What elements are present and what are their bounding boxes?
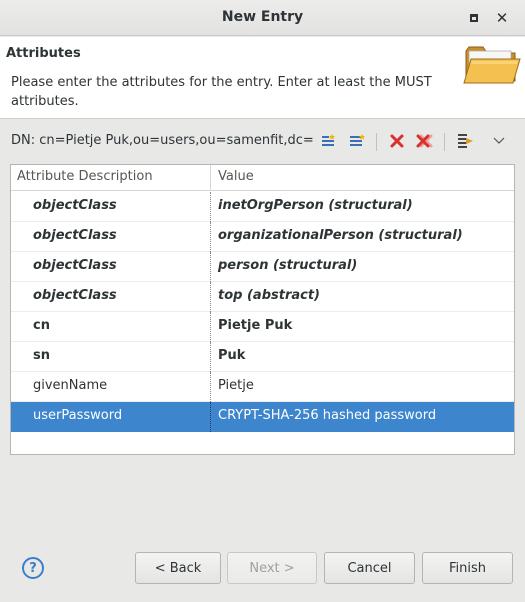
next-button[interactable]: Next > — [227, 552, 317, 584]
edit-icon — [458, 134, 473, 148]
view-menu-icon — [493, 137, 505, 144]
window-title: New Entry — [221, 9, 304, 25]
new-attribute-button[interactable] — [319, 131, 339, 151]
table-row[interactable]: cn Pietje Puk — [11, 312, 514, 342]
attribute-cell: objectClass — [33, 198, 117, 213]
delete-all-icon — [416, 134, 433, 148]
attribute-cell: objectClass — [33, 228, 117, 243]
cell-divider — [210, 192, 211, 222]
value-cell: Pietje — [218, 378, 254, 393]
dn-toolbar: DN: cn=Pietje Puk,ou=users,ou=samenfit,d… — [11, 131, 521, 153]
cell-divider — [210, 342, 211, 372]
attribute-cell: givenName — [33, 378, 108, 393]
attribute-cell: sn — [33, 348, 50, 363]
attribute-cell: cn — [33, 318, 50, 333]
attribute-cell: objectClass — [33, 288, 117, 303]
help-icon: ? — [29, 560, 37, 576]
value-cell: Puk — [218, 348, 246, 363]
edit-button[interactable] — [455, 131, 475, 151]
table-row[interactable]: objectClass organizationalPerson (struct… — [11, 222, 514, 252]
value-cell: inetOrgPerson (structural) — [218, 198, 413, 213]
title-bar: New Entry ✕ — [0, 0, 525, 36]
cell-divider — [210, 222, 211, 252]
wizard-banner: Attributes Please enter the attributes f… — [0, 37, 525, 119]
table-row-selected[interactable]: userPassword CRYPT-SHA-256 hashed passwo… — [11, 402, 514, 432]
column-divider — [210, 165, 211, 191]
cell-divider — [210, 252, 211, 282]
page-description: Please enter the attributes for the entr… — [11, 75, 432, 109]
page-title: Attributes — [6, 46, 81, 61]
attribute-cell: objectClass — [33, 258, 117, 273]
toolbar-separator — [444, 133, 445, 151]
restore-icon — [470, 14, 478, 22]
table-row[interactable]: givenName Pietje — [11, 372, 514, 402]
new-value-icon — [350, 134, 365, 146]
finish-button[interactable]: Finish — [422, 552, 513, 584]
folder-icon — [463, 46, 521, 84]
value-cell: Pietje Puk — [218, 318, 293, 333]
cell-divider — [210, 402, 211, 432]
attributes-table[interactable]: Attribute Description Value objectClass … — [10, 164, 515, 455]
cell-divider — [210, 372, 211, 402]
close-button[interactable]: ✕ — [492, 8, 512, 28]
attribute-cell: userPassword — [33, 408, 123, 423]
delete-all-button[interactable] — [415, 131, 435, 151]
value-cell: organizationalPerson (structural) — [218, 228, 463, 243]
help-button[interactable]: ? — [22, 557, 44, 579]
column-header-attribute[interactable]: Attribute Description — [17, 169, 153, 184]
delete-icon — [390, 134, 404, 148]
new-attribute-icon — [322, 134, 335, 146]
new-value-button[interactable] — [347, 131, 367, 151]
dn-label: DN: cn=Pietje Puk,ou=users,ou=samenfit,d… — [11, 133, 314, 148]
value-cell: CRYPT-SHA-256 hashed password — [218, 408, 437, 423]
value-cell: top (abstract) — [218, 288, 320, 303]
toolbar-separator — [376, 133, 377, 151]
column-header-value[interactable]: Value — [218, 169, 254, 184]
table-row[interactable]: objectClass person (structural) — [11, 252, 514, 282]
table-row[interactable]: objectClass inetOrgPerson (structural) — [11, 192, 514, 222]
value-cell: person (structural) — [218, 258, 358, 273]
restore-button[interactable] — [464, 8, 484, 28]
cell-divider — [210, 282, 211, 312]
table-row[interactable]: objectClass top (abstract) — [11, 282, 514, 312]
close-icon: ✕ — [495, 8, 509, 27]
cell-divider — [210, 312, 211, 342]
table-row[interactable]: sn Puk — [11, 342, 514, 372]
view-menu-button[interactable] — [489, 131, 509, 151]
back-button[interactable]: < Back — [135, 552, 221, 584]
delete-button[interactable] — [387, 131, 407, 151]
table-header: Attribute Description Value — [11, 165, 514, 191]
cancel-button[interactable]: Cancel — [324, 552, 415, 584]
